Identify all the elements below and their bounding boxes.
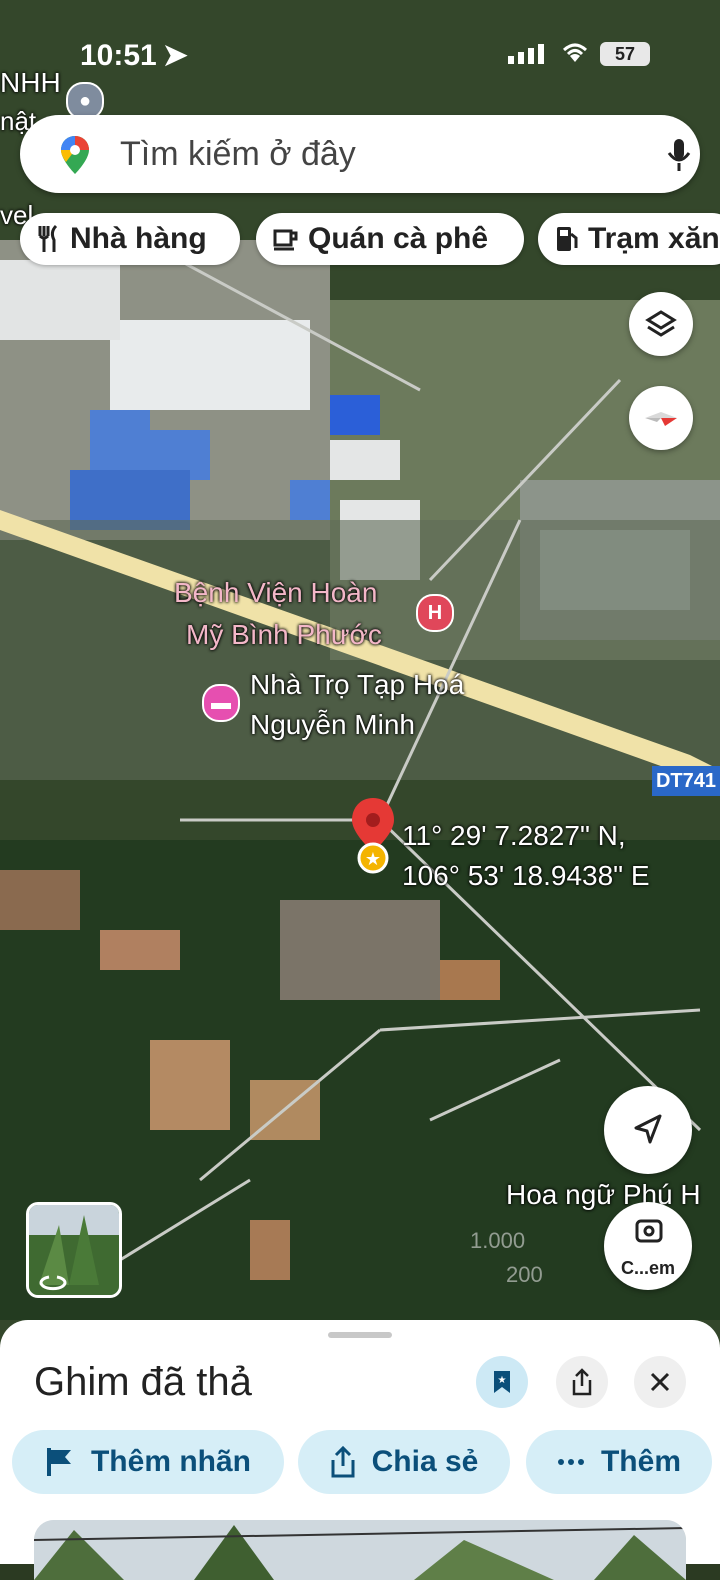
coffee-cup-icon: [272, 225, 300, 253]
compass-icon: [645, 412, 677, 426]
share-top-button[interactable]: [556, 1356, 608, 1408]
dropped-pin-icon[interactable]: ★: [348, 796, 398, 876]
lens-button[interactable]: C...em: [604, 1202, 692, 1290]
bed-icon[interactable]: ▬: [202, 684, 240, 722]
chip-label: Quán cà phê: [308, 222, 489, 255]
svg-text:★: ★: [365, 849, 381, 870]
layers-icon: [645, 310, 677, 337]
add-label-text: Thêm nhãn: [90, 1445, 251, 1478]
road-shield: DT741: [652, 766, 720, 796]
hospital-label-line2[interactable]: Mỹ Bình Phước: [186, 618, 382, 652]
chip-label: Nhà hàng: [70, 222, 207, 255]
battery-indicator: 57: [600, 42, 650, 66]
more-text: Thêm: [600, 1445, 681, 1478]
hospital-icon[interactable]: H: [416, 594, 454, 632]
pin-latitude: 11° 29' 7.2827" N,: [402, 820, 626, 851]
lens-label: C...em: [620, 1258, 676, 1278]
place-photo[interactable]: [34, 1520, 686, 1580]
layers-button[interactable]: [629, 292, 693, 356]
share-icon: [330, 1446, 356, 1478]
status-bar: 10:51 ➤ 57: [0, 20, 720, 80]
chip-gas-station[interactable]: Trạm xăn: [538, 213, 720, 265]
save-button[interactable]: ★: [476, 1356, 528, 1408]
bookmark-icon: ★: [494, 1371, 510, 1393]
street-view-thumbnail[interactable]: [26, 1202, 122, 1298]
drag-handle[interactable]: [328, 1332, 392, 1338]
scale-bar-bottom: 200: [506, 1262, 543, 1287]
pin-longitude: 106° 53' 18.9438" E: [402, 860, 650, 891]
scale-bar-top: 1.000: [470, 1228, 526, 1253]
hospital-label-line1[interactable]: Bệnh Viện Hoàn: [174, 576, 377, 610]
my-location-button[interactable]: [604, 1086, 692, 1174]
hotel-label-line2[interactable]: Nguyễn Minh: [250, 708, 415, 742]
search-input[interactable]: Tìm kiếm ở đây: [120, 135, 356, 174]
chip-coffee[interactable]: Quán cà phê: [256, 213, 524, 265]
maps-logo-icon: [61, 136, 89, 174]
chip-restaurants[interactable]: Nhà hàng: [20, 213, 240, 265]
close-button[interactable]: [634, 1356, 686, 1408]
flag-icon: [45, 1446, 75, 1478]
status-time: 10:51 ➤: [80, 39, 188, 72]
camera-search-icon: [635, 1219, 663, 1243]
poi-label-right[interactable]: Hoa ngữ Phú H: [506, 1178, 701, 1212]
gas-station-icon: [554, 224, 580, 254]
svg-text:★: ★: [498, 1375, 507, 1386]
add-label-button[interactable]: Thêm nhãn: [12, 1430, 284, 1494]
wifi-icon: [562, 43, 588, 62]
close-icon: [650, 1372, 670, 1392]
more-button[interactable]: Thêm: [526, 1430, 712, 1494]
share-button[interactable]: Chia sẻ: [298, 1430, 510, 1494]
chip-label: Trạm xăn: [588, 222, 720, 255]
microphone-icon[interactable]: [666, 137, 692, 173]
more-dots-icon: [557, 1458, 585, 1466]
compass-button[interactable]: [629, 386, 693, 450]
fork-knife-icon: [36, 224, 62, 254]
share-icon: [572, 1368, 592, 1396]
sheet-title: Ghim đã thả: [34, 1360, 252, 1404]
street-view-photo: [29, 1205, 119, 1295]
cellular-signal-icon: [508, 44, 544, 64]
pin-coordinates: 11° 29' 7.2827" N, 106° 53' 18.9438" E: [402, 816, 650, 896]
share-text: Chia sẻ: [371, 1445, 479, 1478]
navigation-arrow-icon: [634, 1114, 662, 1144]
location-arrow-icon: ➤: [162, 39, 188, 72]
place-photo-image: [34, 1520, 686, 1580]
search-bar[interactable]: Tìm kiếm ở đây: [20, 115, 700, 193]
bottom-sheet[interactable]: Ghim đã thả ★ Thêm nhãn Chia sẻ Thêm: [0, 1320, 720, 1580]
hotel-label-line1[interactable]: Nhà Trọ Tạp Hoá: [250, 668, 464, 702]
